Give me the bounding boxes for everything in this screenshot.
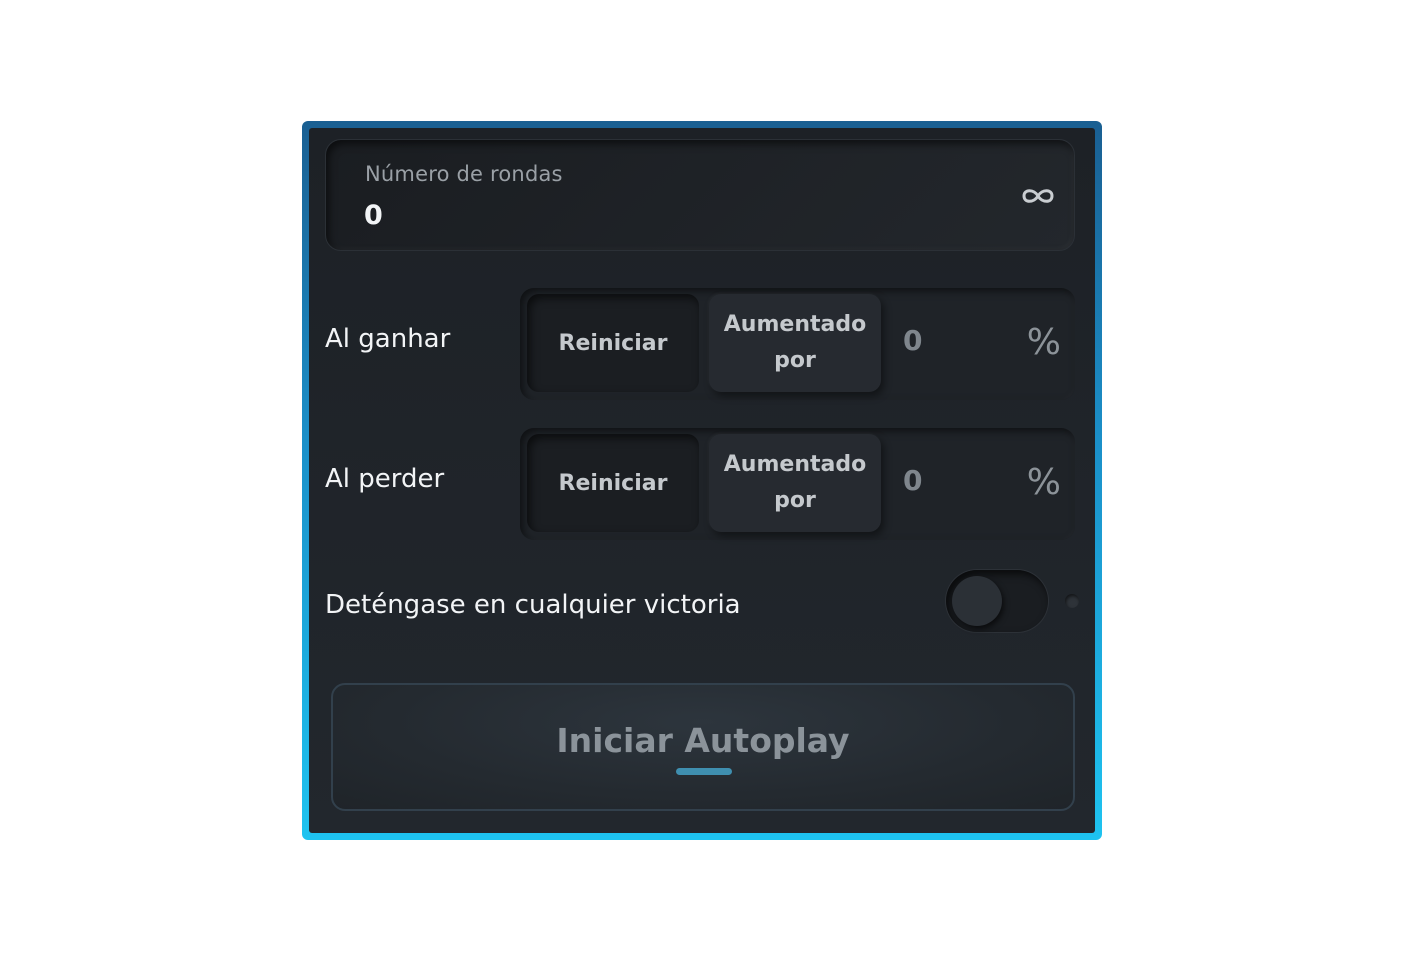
start-autoplay-label: Iniciar Autoplay xyxy=(556,721,850,760)
rounds-value[interactable]: 0 xyxy=(364,200,383,231)
toggle-knob[interactable] xyxy=(952,576,1002,626)
stop-on-win-label: Deténgase en cualquier victoria xyxy=(325,590,741,620)
rounds-label: Número de rondas xyxy=(365,162,563,186)
on-loss-reset-label: Reiniciar xyxy=(558,470,668,496)
percent-icon: % xyxy=(1026,322,1061,363)
on-win-reset-label: Reiniciar xyxy=(558,330,668,356)
stop-on-win-toggle[interactable] xyxy=(946,570,1048,632)
rounds-field[interactable]: Número de rondas 0 xyxy=(325,139,1075,251)
on-loss-increase-button[interactable]: Aumentado por xyxy=(709,434,881,532)
on-win-increase-label: Aumentado por xyxy=(723,312,867,373)
on-win-percent-input[interactable]: 0 xyxy=(903,324,922,357)
on-loss-increase-label: Aumentado por xyxy=(723,452,867,513)
toggle-indicator-dot xyxy=(1065,594,1079,608)
on-loss-label: Al perder xyxy=(325,464,445,494)
button-accent-bar xyxy=(676,768,732,775)
on-loss-control: Reiniciar Aumentado por 0 % xyxy=(520,428,1075,540)
on-loss-percent-input[interactable]: 0 xyxy=(903,464,922,497)
percent-icon: % xyxy=(1026,462,1061,503)
on-win-increase-button[interactable]: Aumentado por xyxy=(709,294,881,392)
autoplay-dialog-frame: Número de rondas 0 Al ganhar Reiniciar A… xyxy=(302,121,1102,840)
start-autoplay-button[interactable]: Iniciar Autoplay xyxy=(331,683,1075,811)
on-win-control: Reiniciar Aumentado por 0 % xyxy=(520,288,1075,400)
on-loss-reset-button[interactable]: Reiniciar xyxy=(527,434,699,532)
autoplay-panel: Número de rondas 0 Al ganhar Reiniciar A… xyxy=(309,128,1095,833)
infinity-icon[interactable] xyxy=(1020,184,1056,208)
on-win-label: Al ganhar xyxy=(325,324,451,354)
on-win-reset-button[interactable]: Reiniciar xyxy=(527,294,699,392)
